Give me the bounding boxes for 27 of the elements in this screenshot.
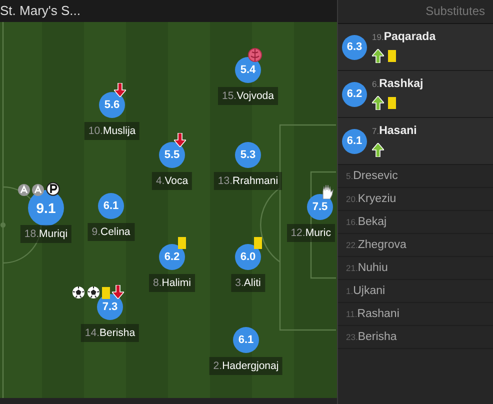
rating-badge: 6.2 (342, 82, 367, 106)
player-name[interactable]: 15.Vojvoda (218, 87, 278, 105)
player-name[interactable]: 4.Voca (152, 172, 192, 190)
player-name[interactable]: 18.Muriqi (20, 225, 72, 243)
player-name[interactable]: 21.Nuhiu (346, 262, 388, 274)
player-name[interactable]: 8.Halimi (149, 274, 195, 292)
player-name[interactable]: 7.Hasani (372, 125, 417, 137)
player-name[interactable]: 9.Celina (88, 223, 134, 241)
player-name[interactable]: 16.Bekaj (346, 216, 387, 228)
player-name[interactable]: 12.Muric (286, 224, 335, 242)
player-name[interactable]: 20.Kryeziu (346, 193, 396, 205)
player-name[interactable]: 22.Zhegrova (346, 239, 406, 251)
player-name[interactable]: 23.Berisha (346, 331, 397, 343)
panel-title: Substitutes (426, 4, 485, 18)
player-name[interactable]: 14.Berisha (80, 324, 140, 342)
match-title: St. Mary's S... (0, 3, 80, 18)
player-name[interactable]: 2.Hadergjonaj (209, 357, 283, 375)
player-name[interactable]: 10.Muslija (84, 122, 140, 140)
rating-badge: 6.1 (342, 128, 367, 154)
player-name[interactable]: 3.Aliti (231, 274, 265, 292)
player-name[interactable]: 19.Paqarada (372, 31, 436, 43)
player-name[interactable]: 6.Rashkaj (372, 78, 424, 90)
player-name[interactable]: 5.Dresevic (346, 170, 398, 182)
player-name[interactable]: 11.Rashani (346, 308, 400, 320)
rating-badge: 6.3 (342, 34, 367, 60)
player-name[interactable]: 13.Rrahmani (214, 172, 282, 190)
player-name[interactable]: 1.Ujkani (346, 285, 386, 297)
